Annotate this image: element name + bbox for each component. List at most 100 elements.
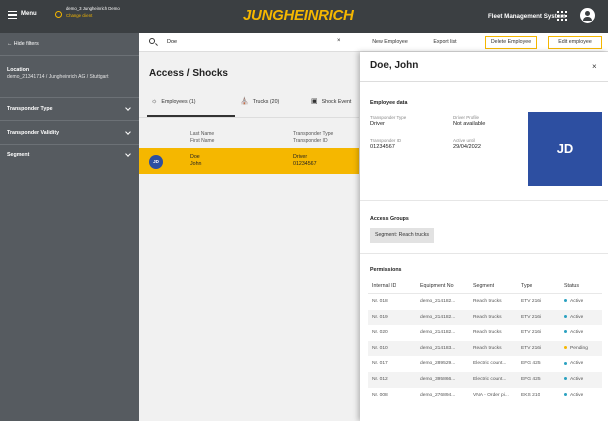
page-title: Access / Shocks [149,68,228,79]
action-toolbar: New Employee Export list Delete Employee… [359,33,608,52]
table-row-selected[interactable]: JD Doe John Driver 01234567 [139,148,359,174]
internal-id-cell: Nr. 010 [372,345,388,351]
tab-label: Trucks (20) [252,99,280,105]
status-cell: Active [564,372,583,388]
column-header[interactable]: Status [564,279,579,294]
client-name: demo_3 Jungheinrich Demo [66,6,120,11]
access-groups-title: Access Groups [370,216,409,222]
close-icon[interactable]: × [592,62,597,71]
table-row[interactable]: Nr. 008 demo_276894... VNA - Order pi... EK… [368,388,602,404]
filter-transponder-validity[interactable]: Transponder Validity [7,129,132,136]
search-bar[interactable]: Doe × [139,33,359,52]
apps-grid-icon[interactable] [557,11,567,21]
column-header-name[interactable]: Last Name First Name [190,131,214,144]
new-employee-button[interactable]: New Employee [367,36,413,49]
clear-search-icon[interactable]: × [337,38,341,44]
change-client-link[interactable]: Change client [66,13,92,18]
column-label: First Name [190,137,215,144]
status-cell: Active [564,310,583,326]
filter-segment[interactable]: Segment [7,151,132,158]
column-header[interactable]: Equipment No [420,279,454,294]
status-cell: Active [564,325,583,341]
status-dot-icon [564,392,567,396]
filter-sidebar: ← Hide filters Location demo_21341714 / … [0,33,139,421]
filter-label: Transponder Type [7,106,53,112]
equipment-no-cell: demo_289529... [420,361,456,367]
equipment-no-cell: demo_214182... [420,299,456,304]
delete-employee-button[interactable]: Delete Employee [485,36,537,49]
table-row[interactable]: Nr. 018 demo_214182... Reach trucks ETV 216… [368,294,602,310]
people-icon: ☼ [151,98,158,105]
top-bar: Menu demo_3 Jungheinrich Demo Change cli… [0,0,608,33]
user-account-icon[interactable] [580,8,595,23]
menu-button[interactable]: Menu [21,11,37,17]
access-group-chip[interactable]: Segment: Reach trucks [370,228,434,243]
table-header: Internal ID Equipment No Segment Type St… [368,279,602,294]
active-until-value: 29/04/2022 [453,144,481,150]
status-badge: Active [570,376,584,382]
transponder-type-value: Driver [370,121,385,127]
column-header-transponder[interactable]: Transponder Type Transponder ID [293,131,333,144]
equipment-no-cell: demo_214183... [420,345,456,351]
chevron-down-icon [125,151,131,157]
column-header[interactable]: Internal ID [372,279,396,294]
panel-title: Doe, John [370,60,419,71]
tab-trucks[interactable]: ⛪ Trucks (20) [240,98,280,105]
column-label: Last Name [190,131,215,137]
column-header[interactable]: Type [521,279,532,294]
status-badge: Active [570,314,584,320]
tab-shock-events[interactable]: ▣ Shock Event [311,98,351,105]
status-badge: Active [570,392,584,398]
location-pin-icon [55,11,62,18]
transponder-id-value: 01234567 [370,144,395,150]
hide-filters-button[interactable]: ← Hide filters [7,41,39,47]
name-cell: Doe John [190,154,202,167]
forklift-icon: ⛪ [240,98,249,105]
table-row[interactable]: Nr. 017 demo_289529... Electric count... EF… [368,356,602,372]
search-icon [149,38,155,44]
status-cell: Active [564,356,583,372]
status-dot-icon [564,314,567,318]
status-dot-icon [564,345,567,349]
status-cell: Active [564,294,583,310]
chevron-down-icon [125,105,131,111]
employee-data-title: Employee data [370,100,408,106]
internal-id-cell: Nr. 018 [372,299,388,304]
column-header[interactable]: Segment [473,279,494,294]
table-row[interactable]: Nr. 020 demo_214182... Reach trucks ETV 216… [368,325,602,341]
divider [360,200,608,201]
segment-cell: Reach trucks [473,314,502,320]
internal-id-cell: Nr. 008 [372,392,388,398]
divider [0,97,139,98]
status-dot-icon [564,361,567,365]
table-row[interactable]: Nr. 012 demo_395866... Electric count... EF… [368,371,602,388]
divider [0,144,139,145]
brand-logo: JUNGHEINRICH [243,7,354,24]
export-list-button[interactable]: Export list [427,36,463,49]
field-label: Active until [453,138,475,143]
last-name: Doe [190,154,200,160]
first-name: John [190,160,202,167]
status-dot-icon [564,330,567,334]
field-label: Transponder ID [370,138,402,143]
status-badge: Active [570,361,584,367]
permissions-table: Internal ID Equipment No Segment Type St… [368,279,602,403]
status-badge: Active [570,299,584,304]
search-input[interactable]: Doe [167,39,177,45]
edit-employee-button[interactable]: Edit employee [548,36,602,49]
segment-cell: Reach trucks [473,330,502,336]
table-row[interactable]: Nr. 010 demo_214183... Reach trucks ETV 216… [368,340,602,357]
type-cell: EFG 425 [521,361,541,367]
field-label: Driver Profile [453,115,480,120]
internal-id-cell: Nr. 017 [372,361,388,367]
filter-transponder-type[interactable]: Transponder Type [7,105,132,112]
tab-label: Employees (1) [161,99,196,105]
tab-employees[interactable]: ☼ Employees (1) [151,98,196,105]
location-value[interactable]: demo_21341714 / Jungheinrich AG / Stuttg… [7,74,132,81]
table-body: Nr. 018 demo_214182... Reach trucks ETV 216… [368,294,602,403]
type-cell: ETV 216i [521,314,542,320]
divider [360,253,608,254]
calendar-icon: ▣ [311,98,318,105]
table-row[interactable]: Nr. 019 demo_214182... Reach trucks ETV 216… [368,309,602,326]
menu-icon[interactable] [8,11,17,20]
